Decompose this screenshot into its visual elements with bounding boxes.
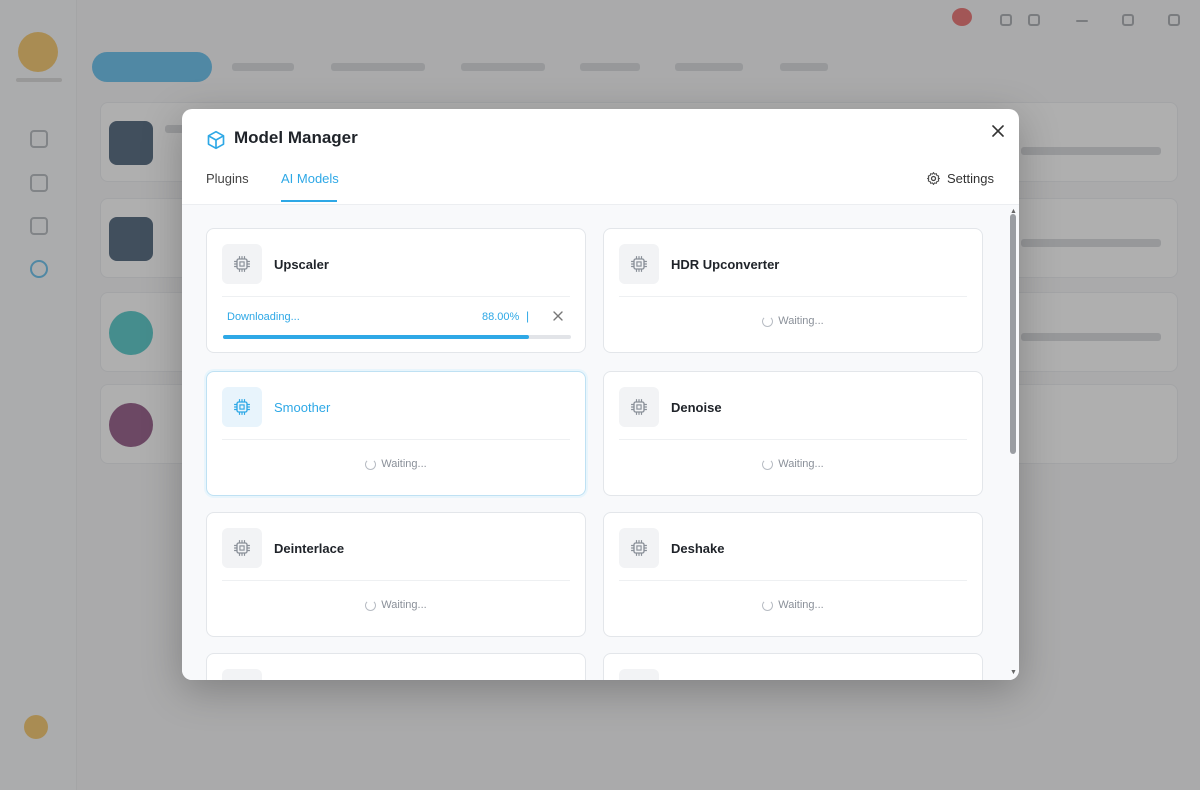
model-status: Waiting... bbox=[604, 458, 982, 470]
model-card-partial[interactable] bbox=[206, 653, 586, 680]
active-tab-indicator bbox=[281, 200, 337, 202]
chip-icon bbox=[222, 528, 262, 568]
status-text: Waiting... bbox=[778, 599, 824, 611]
cancel-download-icon[interactable] bbox=[552, 310, 564, 322]
chip-icon bbox=[222, 244, 262, 284]
download-status: Downloading... bbox=[227, 311, 300, 323]
spinner-icon bbox=[365, 599, 377, 611]
model-name: Smoother bbox=[274, 400, 331, 415]
model-card-partial[interactable] bbox=[603, 653, 983, 680]
model-name: Upscaler bbox=[274, 257, 329, 272]
spinner-icon bbox=[365, 458, 377, 470]
chip-icon bbox=[619, 387, 659, 427]
chip-icon bbox=[619, 244, 659, 284]
tab-plugins[interactable]: Plugins bbox=[206, 171, 249, 186]
model-name: Deshake bbox=[671, 541, 725, 556]
model-card-deshake[interactable]: Deshake Waiting... bbox=[603, 512, 983, 637]
divider bbox=[619, 580, 967, 581]
close-icon[interactable] bbox=[988, 121, 1008, 141]
model-status: Waiting... bbox=[207, 458, 585, 470]
model-card-upscaler[interactable]: Upscaler Downloading... 88.00% | bbox=[206, 228, 586, 353]
status-text: Waiting... bbox=[778, 315, 824, 327]
tab-ai-models[interactable]: AI Models bbox=[281, 171, 339, 186]
model-card-deinterlace[interactable]: Deinterlace Waiting... bbox=[206, 512, 586, 637]
model-name: HDR Upconverter bbox=[671, 257, 780, 272]
model-manager-dialog: Model Manager Plugins AI Models Settings… bbox=[182, 109, 1019, 680]
models-grid: Upscaler Downloading... 88.00% | HDR Upc… bbox=[182, 205, 1019, 680]
chip-icon bbox=[619, 669, 659, 680]
divider bbox=[222, 439, 570, 440]
model-card-hdr-upconverter[interactable]: HDR Upconverter Waiting... bbox=[603, 228, 983, 353]
divider bbox=[619, 439, 967, 440]
gear-icon bbox=[927, 172, 940, 185]
status-text: Waiting... bbox=[381, 458, 427, 470]
model-status: Waiting... bbox=[207, 599, 585, 611]
scroll-down-arrow[interactable]: ▼ bbox=[1010, 669, 1017, 676]
spinner-icon bbox=[762, 458, 774, 470]
dialog-title: Model Manager bbox=[234, 128, 358, 147]
model-status: Waiting... bbox=[604, 599, 982, 611]
scrollbar-thumb[interactable] bbox=[1010, 214, 1016, 454]
divider bbox=[619, 296, 967, 297]
chip-icon bbox=[222, 669, 262, 680]
model-card-smoother[interactable]: Smoother Waiting... bbox=[206, 371, 586, 496]
separator: | bbox=[526, 309, 530, 323]
model-status: Waiting... bbox=[604, 315, 982, 327]
spinner-icon bbox=[762, 599, 774, 611]
settings-label: Settings bbox=[947, 171, 994, 186]
model-name: Denoise bbox=[671, 400, 722, 415]
cube-icon bbox=[207, 130, 225, 150]
chip-icon bbox=[619, 528, 659, 568]
settings-button[interactable]: Settings bbox=[926, 171, 994, 186]
status-text: Waiting... bbox=[381, 599, 427, 611]
chip-icon bbox=[222, 387, 262, 427]
download-percent: 88.00% bbox=[482, 311, 520, 323]
model-name: Deinterlace bbox=[274, 541, 345, 556]
status-text: Waiting... bbox=[778, 458, 824, 470]
progress-fill bbox=[223, 335, 530, 339]
spinner-icon bbox=[762, 315, 774, 327]
dialog-header: Model Manager Plugins AI Models Settings bbox=[182, 109, 1019, 205]
divider bbox=[222, 296, 570, 297]
divider bbox=[222, 580, 570, 581]
progress-bar bbox=[223, 335, 571, 339]
model-card-denoise[interactable]: Denoise Waiting... bbox=[603, 371, 983, 496]
